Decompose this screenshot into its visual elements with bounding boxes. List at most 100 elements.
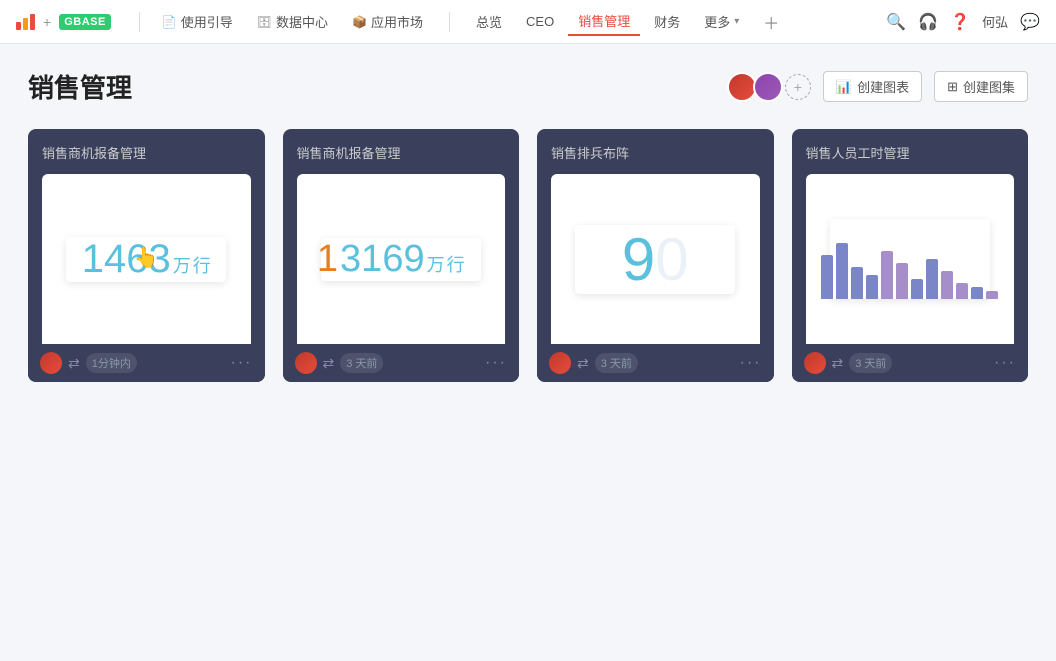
- share-icon[interactable]: ⇄: [832, 355, 844, 372]
- nav-item-label: 销售管理: [578, 11, 630, 30]
- card-title: 销售商机报备管理: [42, 143, 251, 162]
- cursor-icon: 👆: [134, 245, 159, 270]
- help-icon[interactable]: ❓: [950, 12, 970, 32]
- more-options-button[interactable]: ···: [485, 354, 507, 372]
- bar: [911, 279, 923, 299]
- nav-divider: [139, 12, 140, 32]
- more-options-button[interactable]: ···: [740, 354, 762, 372]
- card-preview-main: [830, 219, 990, 299]
- bar: [821, 255, 833, 299]
- nav-item-ceo[interactable]: CEO: [516, 10, 564, 33]
- nav-item-app-market[interactable]: 📦 应用市场: [342, 8, 433, 35]
- headset-icon[interactable]: 🎧: [918, 12, 938, 32]
- footer-left: ⇄ 3 天前: [804, 352, 893, 374]
- cards-grid: 销售商机报备管理 1463 万 行 👆 ⇄: [28, 129, 1028, 382]
- number-suffix: 行: [193, 252, 211, 278]
- plus-icon: ＋: [763, 10, 779, 34]
- card-preview: 9 0: [551, 174, 760, 344]
- logo[interactable]: + GBASE: [16, 14, 111, 30]
- card-preview: [806, 174, 1015, 344]
- bar-chart: [817, 219, 1002, 299]
- card-sales-vendor-mgmt-2[interactable]: 销售商机报备管理 1 3169 万 行 ⇄: [283, 129, 520, 382]
- logo-gbase: GBASE: [59, 14, 111, 30]
- nav-item-overview[interactable]: 总览: [466, 8, 512, 35]
- chevron-down-icon: ▾: [734, 16, 739, 27]
- logo-bar-icon: [16, 14, 35, 30]
- nav-item-finance[interactable]: 财务: [644, 8, 690, 35]
- avatar-2: [753, 72, 783, 102]
- card-sales-arrangement[interactable]: 销售排兵布阵 9 0 ⇄ 3 天前 ···: [537, 129, 774, 382]
- nav-item-label: 财务: [654, 12, 680, 31]
- nav-item-sales-mgmt[interactable]: 销售管理: [568, 7, 640, 36]
- nav-item-guide[interactable]: 📄 使用引导: [152, 8, 243, 35]
- number-display: 9 0: [622, 225, 689, 294]
- share-icon[interactable]: ⇄: [68, 355, 80, 372]
- page-header-right: + 📊 创建图表 ⊞ 创建图集: [727, 71, 1028, 102]
- number-unit: 万: [173, 252, 191, 278]
- card-avatar: [549, 352, 571, 374]
- card-preview: 1 3169 万 行: [297, 174, 506, 344]
- share-icon[interactable]: ⇄: [323, 355, 335, 372]
- card-sales-vendor-mgmt-1[interactable]: 销售商机报备管理 1463 万 行 👆 ⇄: [28, 129, 265, 382]
- navbar: + GBASE 📄 使用引导 🗄 数据中心 📦 应用市场 总览 CEO 销售管理…: [0, 0, 1056, 44]
- card-title: 销售商机报备管理: [297, 143, 506, 162]
- nav-item-label: 更多: [704, 12, 730, 31]
- box-icon: 📦: [352, 15, 367, 29]
- grid-icon: ⊞: [947, 79, 958, 95]
- create-collection-button[interactable]: ⊞ 创建图集: [934, 71, 1028, 102]
- partial-number: 0: [655, 225, 688, 294]
- card-preview: 1463 万 行 👆: [42, 174, 251, 344]
- nav-item-add[interactable]: ＋: [753, 6, 789, 38]
- add-member-button[interactable]: +: [785, 74, 811, 100]
- bar: [881, 251, 893, 299]
- nav-item-data-center[interactable]: 🗄 数据中心: [247, 8, 338, 35]
- page-title: 销售管理: [28, 68, 132, 105]
- card-preview-main: 9 0: [575, 225, 735, 294]
- card-avatar: [295, 352, 317, 374]
- doc-icon: 📄: [162, 15, 177, 29]
- big-number-part1: 1: [317, 238, 338, 281]
- nav-item-label: 使用引导: [181, 12, 233, 31]
- page-header: 销售管理 + 📊 创建图表 ⊞ 创建图集: [28, 68, 1028, 105]
- page-content: 销售管理 + 📊 创建图表 ⊞ 创建图集 销售商机报备管理: [0, 44, 1056, 406]
- card-footer: ⇄ 3 天前 ···: [537, 344, 774, 382]
- nav-item-label: 应用市场: [371, 12, 423, 31]
- big-number-part2: 3169: [340, 238, 425, 281]
- bar: [926, 259, 938, 299]
- footer-time: 1分钟内: [86, 353, 137, 373]
- number-display: 1 3169 万 行: [317, 238, 465, 281]
- footer-time: 3 天前: [340, 353, 383, 373]
- footer-time: 3 天前: [849, 353, 892, 373]
- nav-item-more[interactable]: 更多 ▾: [694, 8, 749, 35]
- footer-left: ⇄ 3 天前: [295, 352, 384, 374]
- bar: [896, 263, 908, 299]
- card-title: 销售排兵布阵: [551, 143, 760, 162]
- card-sales-hours-mgmt[interactable]: 销售人员工时管理 ⇄ 3 天前 ···: [792, 129, 1029, 382]
- create-chart-button[interactable]: 📊 创建图表: [823, 71, 922, 102]
- footer-left: ⇄ 3 天前: [549, 352, 638, 374]
- card-inner: 销售人员工时管理: [792, 129, 1029, 344]
- bar-chart-icon: 📊: [836, 79, 852, 95]
- bar: [836, 243, 848, 299]
- logo-plus: +: [43, 14, 51, 30]
- footer-time: 3 天前: [595, 353, 638, 373]
- card-avatar: [40, 352, 62, 374]
- card-footer: ⇄ 1分钟内 ···: [28, 344, 265, 382]
- more-options-button[interactable]: ···: [231, 354, 253, 372]
- card-footer: ⇄ 3 天前 ···: [792, 344, 1029, 382]
- bar: [971, 287, 983, 299]
- navbar-menu: 📄 使用引导 🗄 数据中心 📦 应用市场 总览 CEO 销售管理 财务 更多 ▾: [152, 6, 878, 38]
- nav-divider-2: [449, 12, 450, 32]
- number-suffix: 行: [447, 251, 465, 277]
- share-icon[interactable]: ⇄: [577, 355, 589, 372]
- search-icon[interactable]: 🔍: [886, 12, 906, 32]
- card-title: 销售人员工时管理: [806, 143, 1015, 162]
- username[interactable]: 何弘: [982, 12, 1008, 31]
- card-avatar: [804, 352, 826, 374]
- more-options-button[interactable]: ···: [994, 354, 1016, 372]
- bar: [986, 291, 998, 299]
- bar: [851, 267, 863, 299]
- card-inner: 销售排兵布阵 9 0: [537, 129, 774, 344]
- card-footer: ⇄ 3 天前 ···: [283, 344, 520, 382]
- message-icon[interactable]: 💬: [1020, 12, 1040, 32]
